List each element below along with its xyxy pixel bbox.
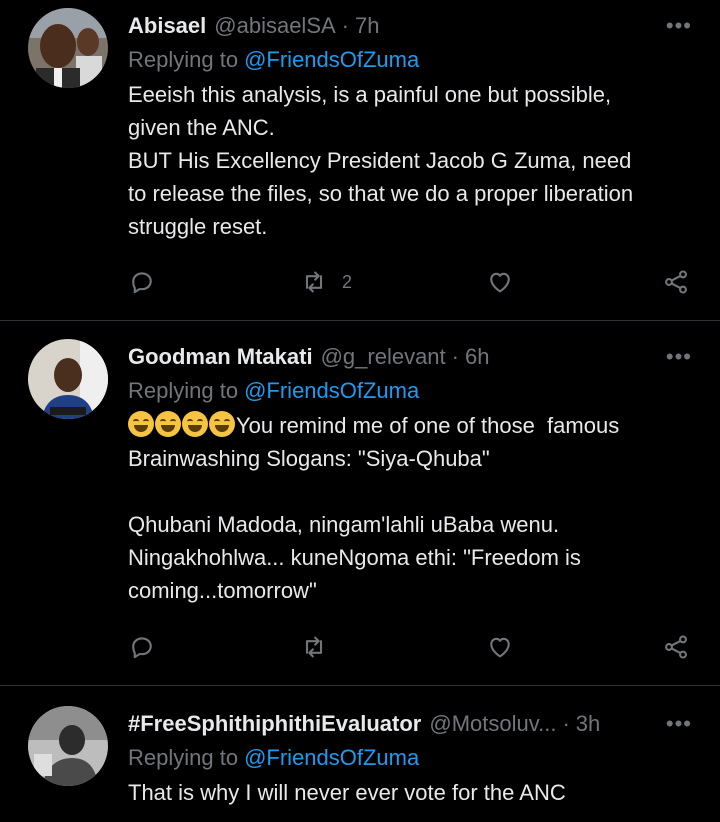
tweet-header: Goodman Mtakati @g_relevant · 6h — [128, 339, 696, 375]
mention-link[interactable]: @FriendsOfZuma — [244, 745, 419, 771]
mention-link[interactable]: @FriendsOfZuma — [244, 378, 419, 404]
retweet-count: 2 — [342, 271, 353, 292]
reply-icon — [132, 637, 152, 659]
more-icon[interactable]: ••• — [666, 339, 692, 375]
tweet-text-rest: Brainwashing Slogans: "Siya-Qhuba" Qhuba… — [128, 446, 581, 603]
tweet-header: #FreeSphithiphithiEvaluator @Motsoluv...… — [128, 706, 696, 742]
avatar-photo — [28, 8, 108, 88]
joy-emoji — [155, 411, 181, 437]
tweet-header: Abisael @abisaelSA · 7h — [128, 8, 696, 44]
separator-dot: · — [562, 711, 570, 736]
user-handle[interactable]: @g_relevant — [321, 344, 446, 370]
separator-dot: · — [341, 13, 349, 38]
reply-icon — [132, 272, 152, 294]
replying-to-label: Replying to — [128, 47, 239, 72]
avatar-photo — [28, 706, 108, 786]
tweet[interactable]: Abisael @abisaelSA · 7h Replying to @Fri… — [0, 0, 720, 321]
replying-to: Replying to @FriendsOfZuma — [128, 44, 696, 76]
user-handle[interactable]: @Motsoluv... — [429, 711, 556, 737]
avatar[interactable] — [28, 706, 108, 786]
joy-emoji — [209, 411, 235, 437]
reply-button[interactable] — [128, 262, 156, 302]
avatar[interactable] — [28, 339, 108, 419]
retweet-icon — [305, 636, 323, 658]
display-name[interactable]: #FreeSphithiphithiEvaluator — [128, 711, 421, 737]
tweet-text: That is why I will never ever vote for t… — [128, 780, 566, 805]
timestamp[interactable]: 3h — [576, 711, 600, 737]
more-icon[interactable]: ••• — [666, 8, 692, 44]
replying-to: Replying to @FriendsOfZuma — [128, 742, 696, 774]
reply-button[interactable] — [128, 627, 156, 667]
rofl-emoji — [182, 411, 208, 437]
display-name[interactable]: Abisael — [128, 13, 206, 39]
tweet-text-line1: You remind me of one of those famous — [236, 413, 620, 438]
timestamp[interactable]: 6h — [465, 344, 489, 370]
avatar[interactable] — [28, 8, 108, 88]
heart-icon — [490, 637, 510, 658]
share-icon — [665, 270, 687, 294]
share-icon — [665, 635, 687, 659]
timestamp[interactable]: 7h — [355, 13, 379, 39]
tweet-text: Eeeish this analysis, is a painful one b… — [128, 82, 634, 239]
rofl-emoji — [128, 411, 154, 437]
replying-to-label: Replying to — [128, 745, 239, 770]
user-handle[interactable]: @abisaelSA — [214, 13, 335, 39]
separator-dot: · — [451, 344, 459, 369]
share-button[interactable] — [662, 262, 690, 302]
more-icon[interactable]: ••• — [666, 706, 692, 742]
replying-to: Replying to @FriendsOfZuma — [128, 375, 696, 407]
mention-link[interactable]: @FriendsOfZuma — [244, 47, 419, 73]
tweet[interactable]: #FreeSphithiphithiEvaluator @Motsoluv...… — [0, 686, 720, 822]
tweet-text: You remind me of one of those famous Bra… — [128, 409, 696, 607]
tweet[interactable]: Goodman Mtakati @g_relevant · 6h Replyin… — [0, 321, 720, 686]
heart-icon — [490, 272, 510, 293]
like-button[interactable] — [486, 262, 514, 302]
tweet-actions: 2 — [128, 262, 696, 302]
replying-to-label: Replying to — [128, 378, 239, 403]
tweet-actions — [128, 627, 696, 667]
retweet-button[interactable] — [300, 627, 328, 667]
display-name[interactable]: Goodman Mtakati — [128, 344, 313, 370]
retweet-button[interactable]: 2 — [300, 262, 352, 302]
like-button[interactable] — [486, 627, 514, 667]
avatar-photo — [28, 339, 108, 419]
retweet-icon — [305, 271, 323, 293]
share-button[interactable] — [662, 627, 690, 667]
